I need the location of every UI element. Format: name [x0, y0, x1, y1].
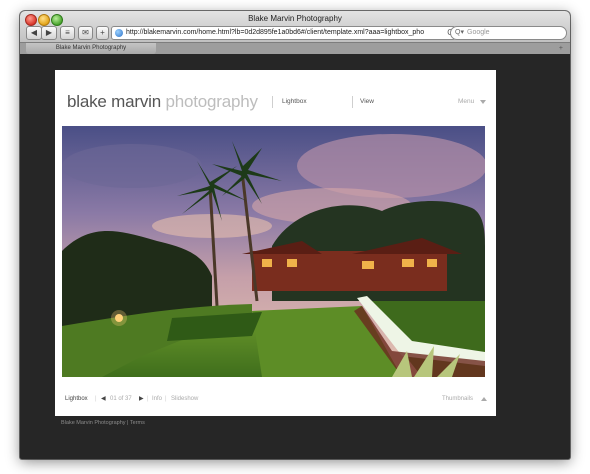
add-bookmark-button[interactable]: + [96, 26, 109, 40]
back-arrow-icon: ◀ [30, 28, 38, 37]
controls-divider: | [95, 396, 97, 402]
plus-icon: + [100, 28, 105, 37]
forward-arrow-icon: ▶ [45, 28, 53, 37]
site-footer: Blake Marvin Photography | Terms [61, 420, 145, 426]
site-globe-icon [115, 29, 123, 37]
logo-photography: photography [165, 92, 259, 111]
next-arrow-icon[interactable]: ▶ [139, 393, 144, 405]
history-icon: ≡ [65, 28, 70, 37]
new-tab-icon[interactable]: + [559, 43, 563, 54]
window-title: Blake Marvin Photography [248, 14, 342, 23]
lightbox-link[interactable]: Lightbox [65, 393, 88, 405]
site-container: blake marvin photography Lightbox View M… [55, 70, 496, 416]
search-placeholder: Google [467, 29, 490, 36]
chevron-down-icon[interactable] [480, 100, 486, 104]
photo-counter: 01 of 37 [110, 396, 132, 402]
nav-divider [272, 96, 273, 108]
tab-blake-marvin-photography[interactable]: Blake Marvin Photography [26, 43, 156, 54]
logo-name: blake marvin [67, 92, 166, 111]
mail-icon: ✉ [82, 28, 89, 37]
featured-photo[interactable] [62, 126, 485, 377]
photo-controls-bar: Lightbox | ◀ 01 of 37 ▶ | Info | Slidesh… [55, 393, 496, 405]
mail-button[interactable]: ✉ [78, 26, 93, 40]
menu-button[interactable]: Menu [458, 98, 474, 105]
history-button[interactable]: ≡ [60, 26, 75, 40]
tab-strip: Blake Marvin Photography + [20, 42, 570, 54]
info-link[interactable]: Info [152, 393, 162, 405]
slideshow-link[interactable]: Slideshow [171, 393, 198, 405]
address-bar[interactable]: http://blakemarvin.com/home.html?lb=0d2d… [111, 26, 456, 40]
search-icon: Q▾ [455, 29, 464, 36]
footer-name: Blake Marvin Photography [61, 420, 126, 426]
back-button[interactable]: ◀ [26, 26, 42, 40]
thumbnails-link[interactable]: Thumbnails [442, 393, 473, 405]
forward-button[interactable]: ▶ [41, 26, 57, 40]
nav-lightbox-link[interactable]: Lightbox [282, 98, 307, 105]
url-text: http://blakemarvin.com/home.html?lb=0d2d… [126, 29, 425, 36]
terms-link[interactable]: Terms [130, 420, 145, 426]
nav-divider [352, 96, 353, 108]
search-field[interactable]: Q▾ Google [450, 26, 567, 40]
previous-arrow-icon[interactable]: ◀ [101, 393, 106, 405]
nav-view-link[interactable]: View [360, 98, 374, 105]
controls-divider: | [147, 396, 149, 402]
site-logo[interactable]: blake marvin photography [67, 92, 258, 112]
chevron-up-icon[interactable] [481, 397, 487, 401]
controls-divider: | [165, 396, 167, 402]
